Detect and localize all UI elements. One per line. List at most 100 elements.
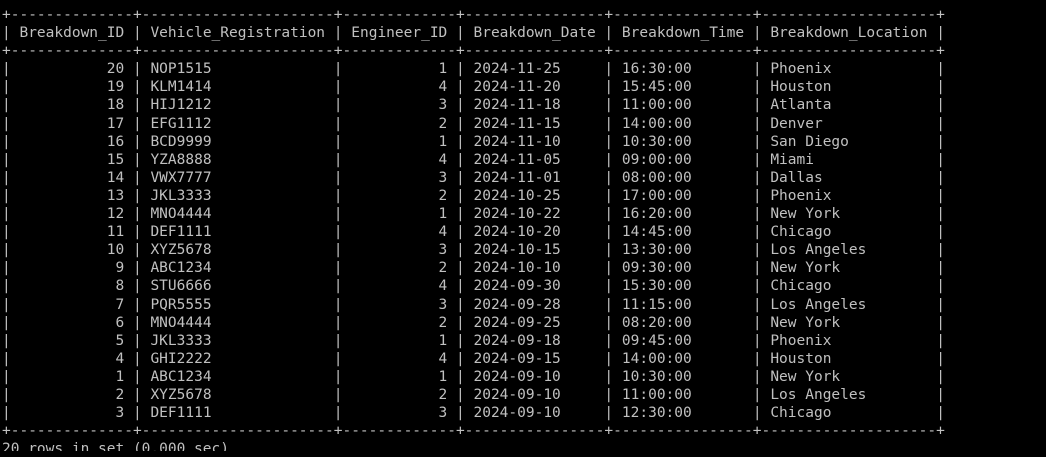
table-cell-breakdown-location: Phoenix [770, 187, 928, 204]
table-cell-breakdown-location: New York [770, 206, 928, 223]
table-cell-breakdown-id: 16 [19, 133, 125, 150]
table-border-top: +--------------+----------------------+-… [2, 7, 945, 23]
column-header: Breakdown_ID [19, 25, 125, 42]
table-row: | 4 | GHI2222 | 4 | 2024-09-15 | 14:00:0… [2, 350, 945, 367]
column-header: Breakdown_Location [770, 25, 928, 42]
table-cell-breakdown-location: Houston [770, 79, 928, 96]
table-cell-breakdown-date: 2024-10-10 [473, 260, 596, 277]
table-cell-vehicle-registration: MNO4444 [150, 206, 326, 223]
table-cell-engineer-id: 4 [351, 79, 448, 96]
table-row: | 7 | PQR5555 | 3 | 2024-09-28 | 11:15:0… [2, 296, 945, 313]
table-cell-breakdown-time: 16:20:00 [621, 206, 745, 223]
table-cell-breakdown-location: New York [770, 260, 928, 277]
query-result: +--------------+----------------------+-… [2, 6, 1042, 451]
table-row: | 5 | JKL3333 | 1 | 2024-09-18 | 09:45:0… [2, 332, 945, 349]
table-cell-vehicle-registration: DEF1111 [150, 405, 326, 422]
table-cell-breakdown-time: 11:15:00 [621, 296, 745, 313]
table-cell-breakdown-date: 2024-09-10 [473, 386, 596, 403]
table-cell-breakdown-date: 2024-11-18 [473, 97, 596, 114]
table-cell-breakdown-date: 2024-10-25 [473, 187, 596, 204]
table-cell-breakdown-location: Chicago [770, 224, 928, 241]
table-row: | 19 | KLM1414 | 4 | 2024-11-20 | 15:45:… [2, 79, 945, 96]
table-cell-vehicle-registration: ABC1234 [150, 368, 326, 385]
table-cell-engineer-id: 4 [351, 224, 448, 241]
table-row: | 11 | DEF1111 | 4 | 2024-10-20 | 14:45:… [2, 224, 945, 241]
table-cell-breakdown-time: 14:45:00 [621, 224, 745, 241]
table-cell-breakdown-date: 2024-09-15 [473, 350, 596, 367]
table-border-header: +--------------+----------------------+-… [2, 43, 945, 60]
table-cell-vehicle-registration: HIJ1212 [150, 97, 326, 114]
table-cell-breakdown-time: 13:30:00 [621, 242, 745, 259]
column-header: Engineer_ID [351, 25, 448, 42]
table-cell-breakdown-time: 08:20:00 [621, 314, 745, 331]
table-cell-breakdown-location: Miami [770, 151, 928, 168]
table-row: | 2 | XYZ5678 | 2 | 2024-09-10 | 11:00:0… [2, 386, 945, 403]
terminal-window[interactable]: +--------------+----------------------+-… [2, 6, 1042, 451]
table-cell-breakdown-id: 7 [19, 296, 125, 313]
table-cell-engineer-id: 4 [351, 151, 448, 168]
table-cell-breakdown-date: 2024-09-30 [473, 278, 596, 295]
table-cell-vehicle-registration: YZA8888 [150, 151, 326, 168]
table-row: | 3 | DEF1111 | 3 | 2024-09-10 | 12:30:0… [2, 405, 945, 422]
table-cell-vehicle-registration: JKL3333 [150, 187, 326, 204]
table-cell-engineer-id: 2 [351, 187, 448, 204]
table-cell-engineer-id: 3 [351, 97, 448, 114]
table-row: | 15 | YZA8888 | 4 | 2024-11-05 | 09:00:… [2, 151, 945, 168]
table-cell-breakdown-location: Chicago [770, 405, 928, 422]
table-cell-breakdown-location: New York [770, 368, 928, 385]
table-cell-engineer-id: 2 [351, 386, 448, 403]
table-cell-vehicle-registration: MNO4444 [150, 314, 326, 331]
table-cell-engineer-id: 3 [351, 242, 448, 259]
table-cell-breakdown-id: 1 [19, 368, 125, 385]
table-cell-engineer-id: 3 [351, 296, 448, 313]
table-cell-vehicle-registration: JKL3333 [150, 332, 326, 349]
table-cell-vehicle-registration: XYZ5678 [150, 386, 326, 403]
table-cell-vehicle-registration: STU6666 [150, 278, 326, 295]
table-cell-breakdown-time: 11:00:00 [621, 97, 745, 114]
table-cell-vehicle-registration: VWX7777 [150, 169, 326, 186]
table-cell-engineer-id: 1 [351, 332, 448, 349]
table-cell-breakdown-date: 2024-10-22 [473, 206, 596, 223]
table-cell-breakdown-date: 2024-11-05 [473, 151, 596, 168]
table-cell-breakdown-time: 12:30:00 [621, 405, 745, 422]
table-row: | 8 | STU6666 | 4 | 2024-09-30 | 15:30:0… [2, 278, 945, 295]
table-cell-breakdown-time: 10:30:00 [621, 368, 745, 385]
table-cell-breakdown-time: 11:00:00 [621, 386, 745, 403]
table-cell-breakdown-id: 14 [19, 169, 125, 186]
table-header-row: | Breakdown_ID | Vehicle_Registration | … [2, 25, 945, 42]
table-cell-breakdown-date: 2024-11-01 [473, 169, 596, 186]
table-row: | 12 | MNO4444 | 1 | 2024-10-22 | 16:20:… [2, 206, 945, 223]
table-cell-breakdown-date: 2024-11-20 [473, 79, 596, 96]
table-row: | 14 | VWX7777 | 3 | 2024-11-01 | 08:00:… [2, 169, 945, 186]
table-cell-breakdown-time: 17:00:00 [621, 187, 745, 204]
table-cell-breakdown-time: 15:45:00 [621, 79, 745, 96]
table-cell-breakdown-id: 2 [19, 386, 125, 403]
table-cell-breakdown-time: 09:00:00 [621, 151, 745, 168]
table-cell-breakdown-time: 14:00:00 [621, 115, 745, 132]
table-cell-engineer-id: 3 [351, 405, 448, 422]
table-cell-breakdown-id: 12 [19, 206, 125, 223]
table-cell-breakdown-id: 4 [19, 350, 125, 367]
table-cell-breakdown-date: 2024-09-10 [473, 368, 596, 385]
table-cell-engineer-id: 4 [351, 350, 448, 367]
table-cell-breakdown-time: 09:30:00 [621, 260, 745, 277]
table-cell-breakdown-date: 2024-10-20 [473, 224, 596, 241]
table-cell-breakdown-id: 17 [19, 115, 125, 132]
table-cell-breakdown-location: Los Angeles [770, 242, 928, 259]
table-row: | 13 | JKL3333 | 2 | 2024-10-25 | 17:00:… [2, 187, 945, 204]
table-cell-breakdown-id: 9 [19, 260, 125, 277]
table-row: | 18 | HIJ1212 | 3 | 2024-11-18 | 11:00:… [2, 97, 945, 114]
table-cell-engineer-id: 1 [351, 61, 448, 78]
table-cell-breakdown-date: 2024-09-10 [473, 405, 596, 422]
table-cell-breakdown-time: 16:30:00 [621, 61, 745, 78]
table-cell-engineer-id: 4 [351, 278, 448, 295]
table-row: | 17 | EFG1112 | 2 | 2024-11-15 | 14:00:… [2, 115, 945, 132]
table-cell-breakdown-id: 11 [19, 224, 125, 241]
table-cell-breakdown-time: 10:30:00 [621, 133, 745, 150]
table-cell-breakdown-location: Denver [770, 115, 928, 132]
table-cell-engineer-id: 1 [351, 368, 448, 385]
table-cell-breakdown-date: 2024-11-25 [473, 61, 596, 78]
table-cell-breakdown-location: New York [770, 314, 928, 331]
table-cell-vehicle-registration: NOP1515 [150, 61, 326, 78]
table-cell-breakdown-date: 2024-09-18 [473, 332, 596, 349]
